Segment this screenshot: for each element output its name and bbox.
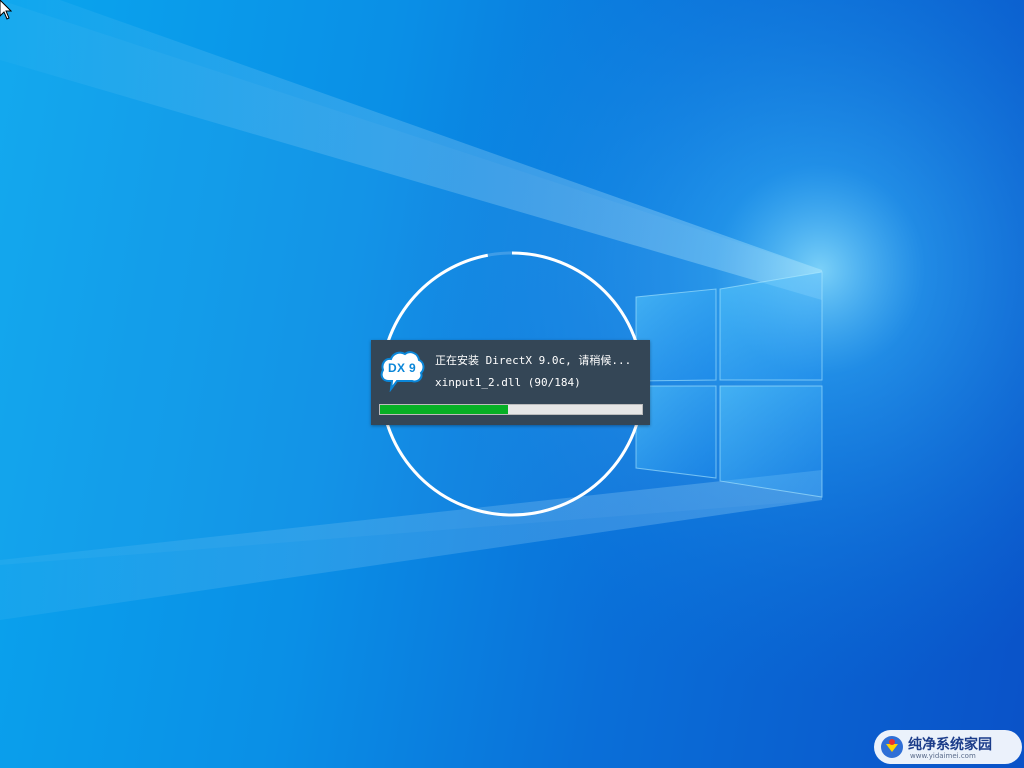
mouse-cursor-icon bbox=[0, 0, 12, 20]
watermark-title: 纯净系统家园 bbox=[908, 734, 992, 754]
install-status-text: 正在安装 DirectX 9.0c, 请稍候... bbox=[435, 352, 631, 368]
install-progress-bar bbox=[379, 404, 643, 415]
watermark-url: www.yidaimei.com bbox=[910, 752, 976, 760]
site-watermark: 纯净系统家园 www.yidaimei.com bbox=[874, 730, 1022, 764]
install-progress-fill bbox=[380, 405, 508, 414]
dx-badge-label: DX 9 bbox=[379, 348, 425, 388]
directx-cloud-icon: DX 9 bbox=[379, 348, 425, 392]
directx-install-dialog: DX 9 正在安装 DirectX 9.0c, 请稍候... xinput1_2… bbox=[371, 340, 650, 425]
current-file-text: xinput1_2.dll (90/184) bbox=[435, 376, 581, 389]
